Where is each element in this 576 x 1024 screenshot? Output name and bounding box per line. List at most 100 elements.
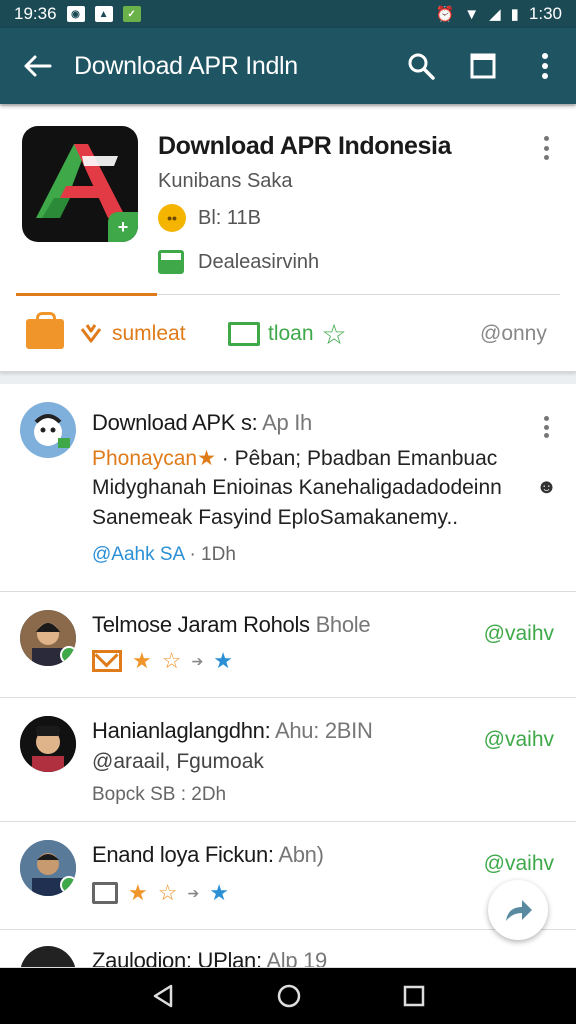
feed-item-menu-button[interactable] — [536, 414, 556, 440]
app-rating-text: Bl: 11B — [198, 206, 261, 229]
overflow-menu-button[interactable] — [514, 28, 576, 104]
avatar-graphic — [20, 716, 76, 772]
feed-item-title: Hanianlaglangdhn: Ahu: 2BIN — [92, 718, 373, 744]
app-installed-text: Dealeasirvinh — [198, 250, 320, 273]
home-circle-icon[interactable] — [276, 983, 302, 1009]
app-developer[interactable]: Kunibans Saka — [158, 170, 293, 193]
feed-item[interactable]: Telmose Jaram Rohols Bhole @vaihv ★ ☆ ➔ … — [0, 592, 576, 698]
back-triangle-icon[interactable] — [151, 983, 175, 1009]
feed-item-title: Enand loya Fickun: Abn) — [92, 842, 324, 868]
face-emoji-icon: •• — [158, 204, 186, 232]
menu-dot — [543, 145, 549, 151]
share-fab-button[interactable] — [488, 880, 548, 940]
app-bar: Download APR Indln — [0, 28, 576, 104]
feed-item-highlight: Phonaycan★ — [92, 447, 216, 470]
avatar-graphic — [34, 414, 70, 448]
star-blue-icon[interactable]: ★ — [213, 648, 233, 674]
feed-item-handle[interactable]: @vaihv — [484, 852, 554, 876]
battery-icon: ▮ — [510, 6, 519, 23]
feed-item-handle[interactable]: @vaihv — [484, 728, 554, 752]
status-time-right: 1:30 — [528, 4, 562, 23]
feed-item-line: Sanemeak Fasyind EploSamakanemy.. — [92, 506, 459, 529]
shopping-bag-icon — [26, 312, 64, 349]
feed-item-line-rest: · Pêban; Pbadban Emanbuac — [215, 447, 498, 470]
installed-icon — [158, 250, 184, 274]
share-arrow-icon — [506, 900, 532, 921]
check-box-icon — [228, 322, 260, 346]
first-action[interactable]: sumleat — [78, 321, 186, 347]
feed-item-title: Telmose Jaram Rohols Bhole — [92, 612, 371, 638]
feed-item-title-main: Zaulodion: UPlan: — [92, 948, 262, 968]
avatar[interactable] — [20, 402, 76, 458]
image-notification-icon: ▲ — [94, 6, 113, 22]
app-card-menu-button[interactable] — [536, 134, 556, 162]
system-nav-bar — [0, 968, 576, 1024]
app-rating-row: •• Bl: 11B — [158, 204, 261, 232]
feed-item-title-main: Telmose Jaram Rohols — [92, 612, 310, 637]
feed-item-line: @araail, Fgumoak — [92, 750, 264, 773]
store-action[interactable] — [26, 312, 64, 349]
feed-item-title-suffix: Ap Ih — [262, 410, 312, 435]
app-bar-title: Download APR Indln — [74, 51, 298, 80]
status-bar: 19:36 ◉ ▲ ✓ ⏰ ▼ ◢ ▮ 1:30 — [0, 0, 576, 28]
second-action[interactable]: tloan ☆ — [228, 318, 347, 351]
star-filled-icon: ★ — [132, 648, 152, 673]
arrow-icon: ➔ — [187, 884, 200, 901]
feed-item-title: Download APK s: Ap Ih — [92, 410, 312, 436]
feed-item-handle[interactable]: @vaihv — [484, 622, 554, 646]
star-filled-icon: ★ — [128, 880, 148, 905]
status-bar-left: 19:36 ◉ ▲ ✓ — [14, 4, 141, 24]
second-action-label: tloan — [268, 322, 314, 345]
back-button[interactable] — [0, 28, 74, 104]
avatar[interactable] — [20, 716, 76, 772]
arrow-icon: ➔ — [191, 652, 204, 669]
menu-dot — [543, 155, 549, 160]
menu-dot — [543, 136, 549, 141]
menu-dot — [543, 424, 549, 430]
menu-dot — [543, 433, 549, 438]
app-logo[interactable]: + — [22, 126, 138, 242]
feed-item-meta-handle[interactable]: @Aahk SA — [92, 544, 184, 565]
feed-item-title: Zaulodion: UPlan: Alp 19 — [92, 948, 327, 968]
folder-icon — [92, 882, 118, 904]
mail-icon — [92, 650, 122, 672]
third-action[interactable]: @onny — [480, 322, 547, 346]
feed-item-line: Midyghanah Enioinas Kanehaligadadodeinn — [92, 476, 502, 499]
third-action-label: @onny — [480, 322, 547, 345]
menu-dot — [543, 416, 549, 421]
avatar[interactable] — [20, 840, 76, 896]
star-outline-icon: ☆ — [161, 648, 182, 673]
feed-item-title-suffix: Alp 19 — [266, 948, 327, 968]
star-outline-icon: ☆ — [157, 880, 178, 905]
feed-item-meta: @Aahk SA · 1Dh — [92, 544, 236, 566]
app-notification-icon: ✓ — [122, 6, 141, 22]
alarm-icon: ⏰ — [435, 6, 455, 23]
app-action-row: sumleat tloan ☆ @onny — [0, 312, 576, 356]
avatar[interactable] — [20, 610, 76, 666]
app-card: + Download APR Indonesia Kunibans Saka •… — [0, 106, 576, 372]
avatar[interactable] — [20, 946, 76, 967]
recents-square-icon[interactable] — [403, 985, 425, 1007]
feed-item[interactable]: Zaulodion: UPlan: Alp 19 — [0, 930, 576, 968]
square-icon — [470, 53, 496, 79]
online-badge — [60, 646, 76, 664]
emoji-icon: ☻ — [536, 476, 558, 498]
online-badge — [60, 876, 76, 894]
signal-icon: ◢ — [489, 6, 501, 23]
feed-item-line: Phonaycan★ · Pêban; Pbadban Emanbuac — [92, 446, 497, 471]
star-outline-icon: ☆ — [321, 318, 347, 350]
back-arrow-icon — [24, 55, 52, 77]
feed-item[interactable]: Download APK s: Ap Ih Phonaycan★ · Pêban… — [0, 384, 576, 592]
feed-item-icons: ★ ☆ ➔ ★ — [92, 648, 233, 674]
search-button[interactable] — [390, 28, 452, 104]
feed-item-title-main: Download APK s: — [92, 410, 258, 435]
more-vert-icon — [542, 53, 548, 79]
app-installed-row: Dealeasirvinh — [158, 250, 319, 274]
star-blue-icon[interactable]: ★ — [209, 880, 229, 906]
feed-item[interactable]: Hanianlaglangdhn: Ahu: 2BIN @vaihv @araa… — [0, 698, 576, 822]
status-time: 19:36 — [14, 4, 57, 23]
window-button[interactable] — [452, 28, 514, 104]
search-icon — [408, 53, 435, 80]
feed-item-title-main: Hanianlaglangdhn: — [92, 718, 271, 743]
feed-item-title-suffix: Ahu: 2BIN — [275, 718, 373, 743]
